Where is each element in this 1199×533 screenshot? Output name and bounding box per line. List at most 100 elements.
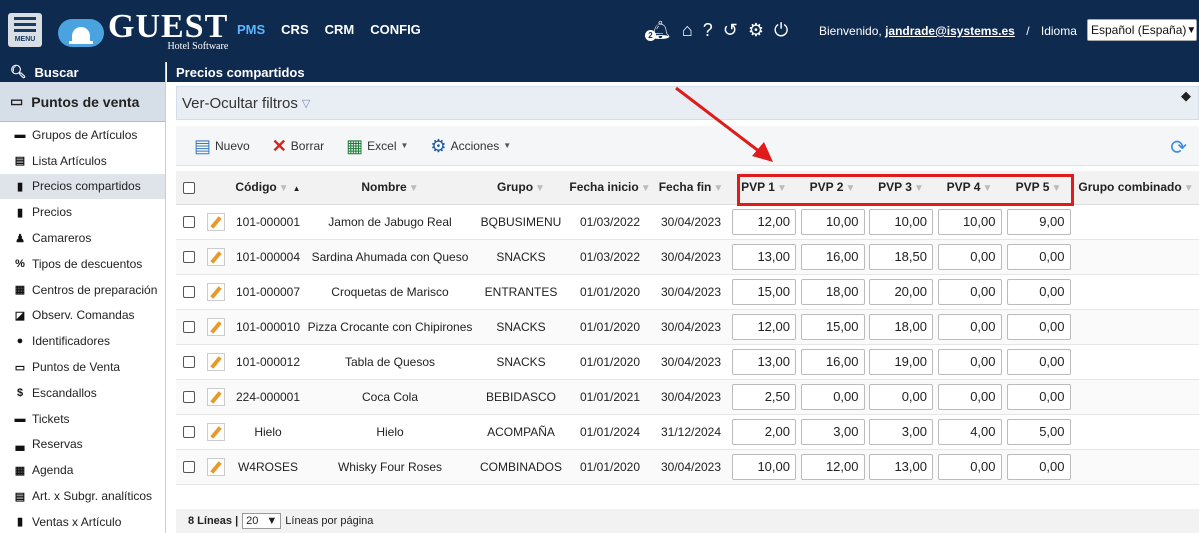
table-row[interactable]: 101-000001 Jamon de Jabugo Real BQBUSIMENU… [176, 204, 1199, 240]
filters-toggle[interactable]: Ver-Ocultar filtros ▽ [176, 86, 1199, 120]
table-row[interactable]: W4ROSES Whisky Four Roses COMBINADOS 01/01/… [176, 449, 1199, 485]
actions-button[interactable]: ⚙ Acciones ▼ [430, 137, 511, 155]
column-header-pvp5[interactable]: PVP 5 ▼ [1004, 171, 1073, 205]
sidebar-item[interactable]: ▦ Centros de preparación [0, 277, 165, 303]
column-header-grupo-combinado[interactable]: Grupo combinado ▼ [1073, 171, 1199, 205]
help-icon[interactable]: ? [703, 20, 713, 40]
nav-pms[interactable]: PMS [237, 22, 265, 37]
filter-icon[interactable]: ▼ [777, 183, 787, 194]
pvp5-input[interactable] [1006, 453, 1071, 480]
pvp3-input[interactable] [869, 243, 933, 270]
select-all-checkbox[interactable] [183, 182, 195, 195]
filter-icon[interactable]: ▼ [982, 183, 992, 194]
pvp2-input[interactable] [800, 418, 865, 445]
pvp3-input[interactable] [869, 418, 933, 445]
pvp1-input[interactable] [732, 313, 796, 340]
new-button[interactable]: ▤ Nuevo [194, 137, 250, 155]
sidebar-item[interactable]: ▃ Reservas [0, 432, 165, 458]
pvp4-input[interactable] [937, 453, 1002, 480]
row-checkbox[interactable] [183, 356, 195, 369]
column-header-grupo[interactable]: Grupo ▼ [474, 171, 568, 205]
pvp2-input[interactable] [800, 208, 865, 235]
pvp3-input[interactable] [869, 453, 933, 480]
pvp4-input[interactable] [937, 208, 1002, 235]
column-header-pvp3[interactable]: PVP 3 ▼ [867, 171, 935, 205]
settings-icon[interactable]: ⚙ [748, 20, 764, 40]
pvp3-input[interactable] [869, 348, 933, 375]
sidebar-item[interactable]: ● Identificadores [0, 328, 165, 354]
pvp5-input[interactable] [1006, 278, 1071, 305]
column-header-fecha-fin[interactable]: Fecha fin ▼ [652, 171, 730, 205]
pvp1-input[interactable] [732, 348, 796, 375]
user-link[interactable]: jandrade@isystems.es [885, 24, 1015, 38]
pvp1-input[interactable] [732, 208, 796, 235]
sidebar-item[interactable]: ▮ Precios compartidos [0, 173, 165, 200]
pvp2-input[interactable] [800, 383, 865, 410]
filter-icon[interactable]: ▼ [279, 183, 289, 194]
sidebar-item[interactable]: ▤ Art. x Subgr. analíticos [0, 483, 165, 509]
table-row[interactable]: 101-000007 Croquetas de Marisco ENTRANTES 0… [176, 274, 1199, 310]
filter-icon[interactable]: ▼ [914, 183, 924, 194]
pvp1-input[interactable] [732, 278, 796, 305]
table-row[interactable]: Hielo Hielo ACOMPAÑA 01/01/2024 31/12/2024 [176, 414, 1199, 450]
pvp5-input[interactable] [1006, 208, 1071, 235]
pvp3-input[interactable] [869, 313, 933, 340]
pvp2-input[interactable] [800, 313, 865, 340]
sidebar-item[interactable]: ▬ Grupos de Artículos [0, 122, 165, 148]
sidebar-item[interactable]: ◪ Observ. Comandas [0, 303, 165, 329]
filter-icon[interactable]: ▼ [641, 183, 651, 194]
pvp5-input[interactable] [1006, 313, 1071, 340]
column-header-fecha-inicio[interactable]: Fecha inicio ▼ [568, 171, 652, 205]
edit-pencil-icon[interactable] [207, 387, 225, 406]
pvp4-input[interactable] [937, 418, 1002, 445]
column-header-pvp2[interactable]: PVP 2 ▼ [798, 171, 867, 205]
sidebar-item[interactable]: ▮ Ventas x Artículo [0, 509, 165, 533]
pvp2-input[interactable] [800, 348, 865, 375]
pvp5-input[interactable] [1006, 418, 1071, 445]
page-size-select[interactable]: 20 ▼ [242, 513, 282, 529]
pvp3-input[interactable] [869, 383, 933, 410]
sidebar-search[interactable]: 🔍︎ Buscar [0, 62, 165, 82]
pvp1-input[interactable] [732, 243, 796, 270]
edit-pencil-icon[interactable] [207, 352, 225, 371]
column-header-pvp1[interactable]: PVP 1 ▼ [730, 171, 798, 205]
column-header-pvp4[interactable]: PVP 4 ▼ [935, 171, 1004, 205]
table-row[interactable]: 101-000010 Pizza Crocante con Chipirones S… [176, 309, 1199, 345]
pvp4-input[interactable] [937, 278, 1002, 305]
filter-icon[interactable]: ▼ [1051, 183, 1061, 194]
pvp4-input[interactable] [937, 243, 1002, 270]
sidebar-item[interactable]: $ Escandallos [0, 380, 165, 406]
edit-pencil-icon[interactable] [207, 247, 225, 266]
row-checkbox[interactable] [183, 216, 195, 229]
menu-button[interactable]: MENU [8, 13, 42, 47]
edit-pencil-icon[interactable] [207, 422, 225, 441]
edit-pencil-icon[interactable] [207, 457, 225, 476]
pvp4-input[interactable] [937, 383, 1002, 410]
home-icon[interactable]: ⌂ [682, 20, 693, 40]
language-select[interactable]: Español (España) ▼ [1087, 19, 1197, 41]
row-checkbox[interactable] [183, 461, 195, 474]
filter-icon[interactable]: ▼ [1184, 183, 1194, 194]
pvp1-input[interactable] [732, 453, 796, 480]
filter-icon[interactable]: ▼ [535, 183, 545, 194]
nav-config[interactable]: CONFIG [370, 22, 421, 37]
eraser-icon[interactable]: ◆ [1181, 88, 1191, 104]
history-icon[interactable]: ↺ [723, 20, 738, 40]
row-checkbox[interactable] [183, 286, 195, 299]
edit-pencil-icon[interactable] [207, 317, 225, 336]
edit-pencil-icon[interactable] [207, 282, 225, 301]
power-icon[interactable]: ⏻ [774, 20, 788, 40]
logo[interactable]: GUEST Hotel Software [58, 10, 228, 54]
sidebar-item[interactable]: ▮ Precios [0, 199, 165, 225]
sidebar-item[interactable]: ▦ Agenda [0, 457, 165, 483]
table-row[interactable]: 101-000012 Tabla de Quesos SNACKS 01/01/202… [176, 344, 1199, 380]
pvp2-input[interactable] [800, 453, 865, 480]
sidebar-item[interactable]: % Tipos de descuentos [0, 251, 165, 277]
filter-icon[interactable]: ▼ [713, 183, 723, 194]
nav-crs[interactable]: CRS [281, 22, 308, 37]
filter-icon[interactable]: ▼ [409, 183, 419, 194]
row-checkbox[interactable] [183, 391, 195, 404]
pvp5-input[interactable] [1006, 383, 1071, 410]
pvp1-input[interactable] [732, 418, 796, 445]
sidebar-item[interactable]: ♟ Camareros [0, 225, 165, 251]
